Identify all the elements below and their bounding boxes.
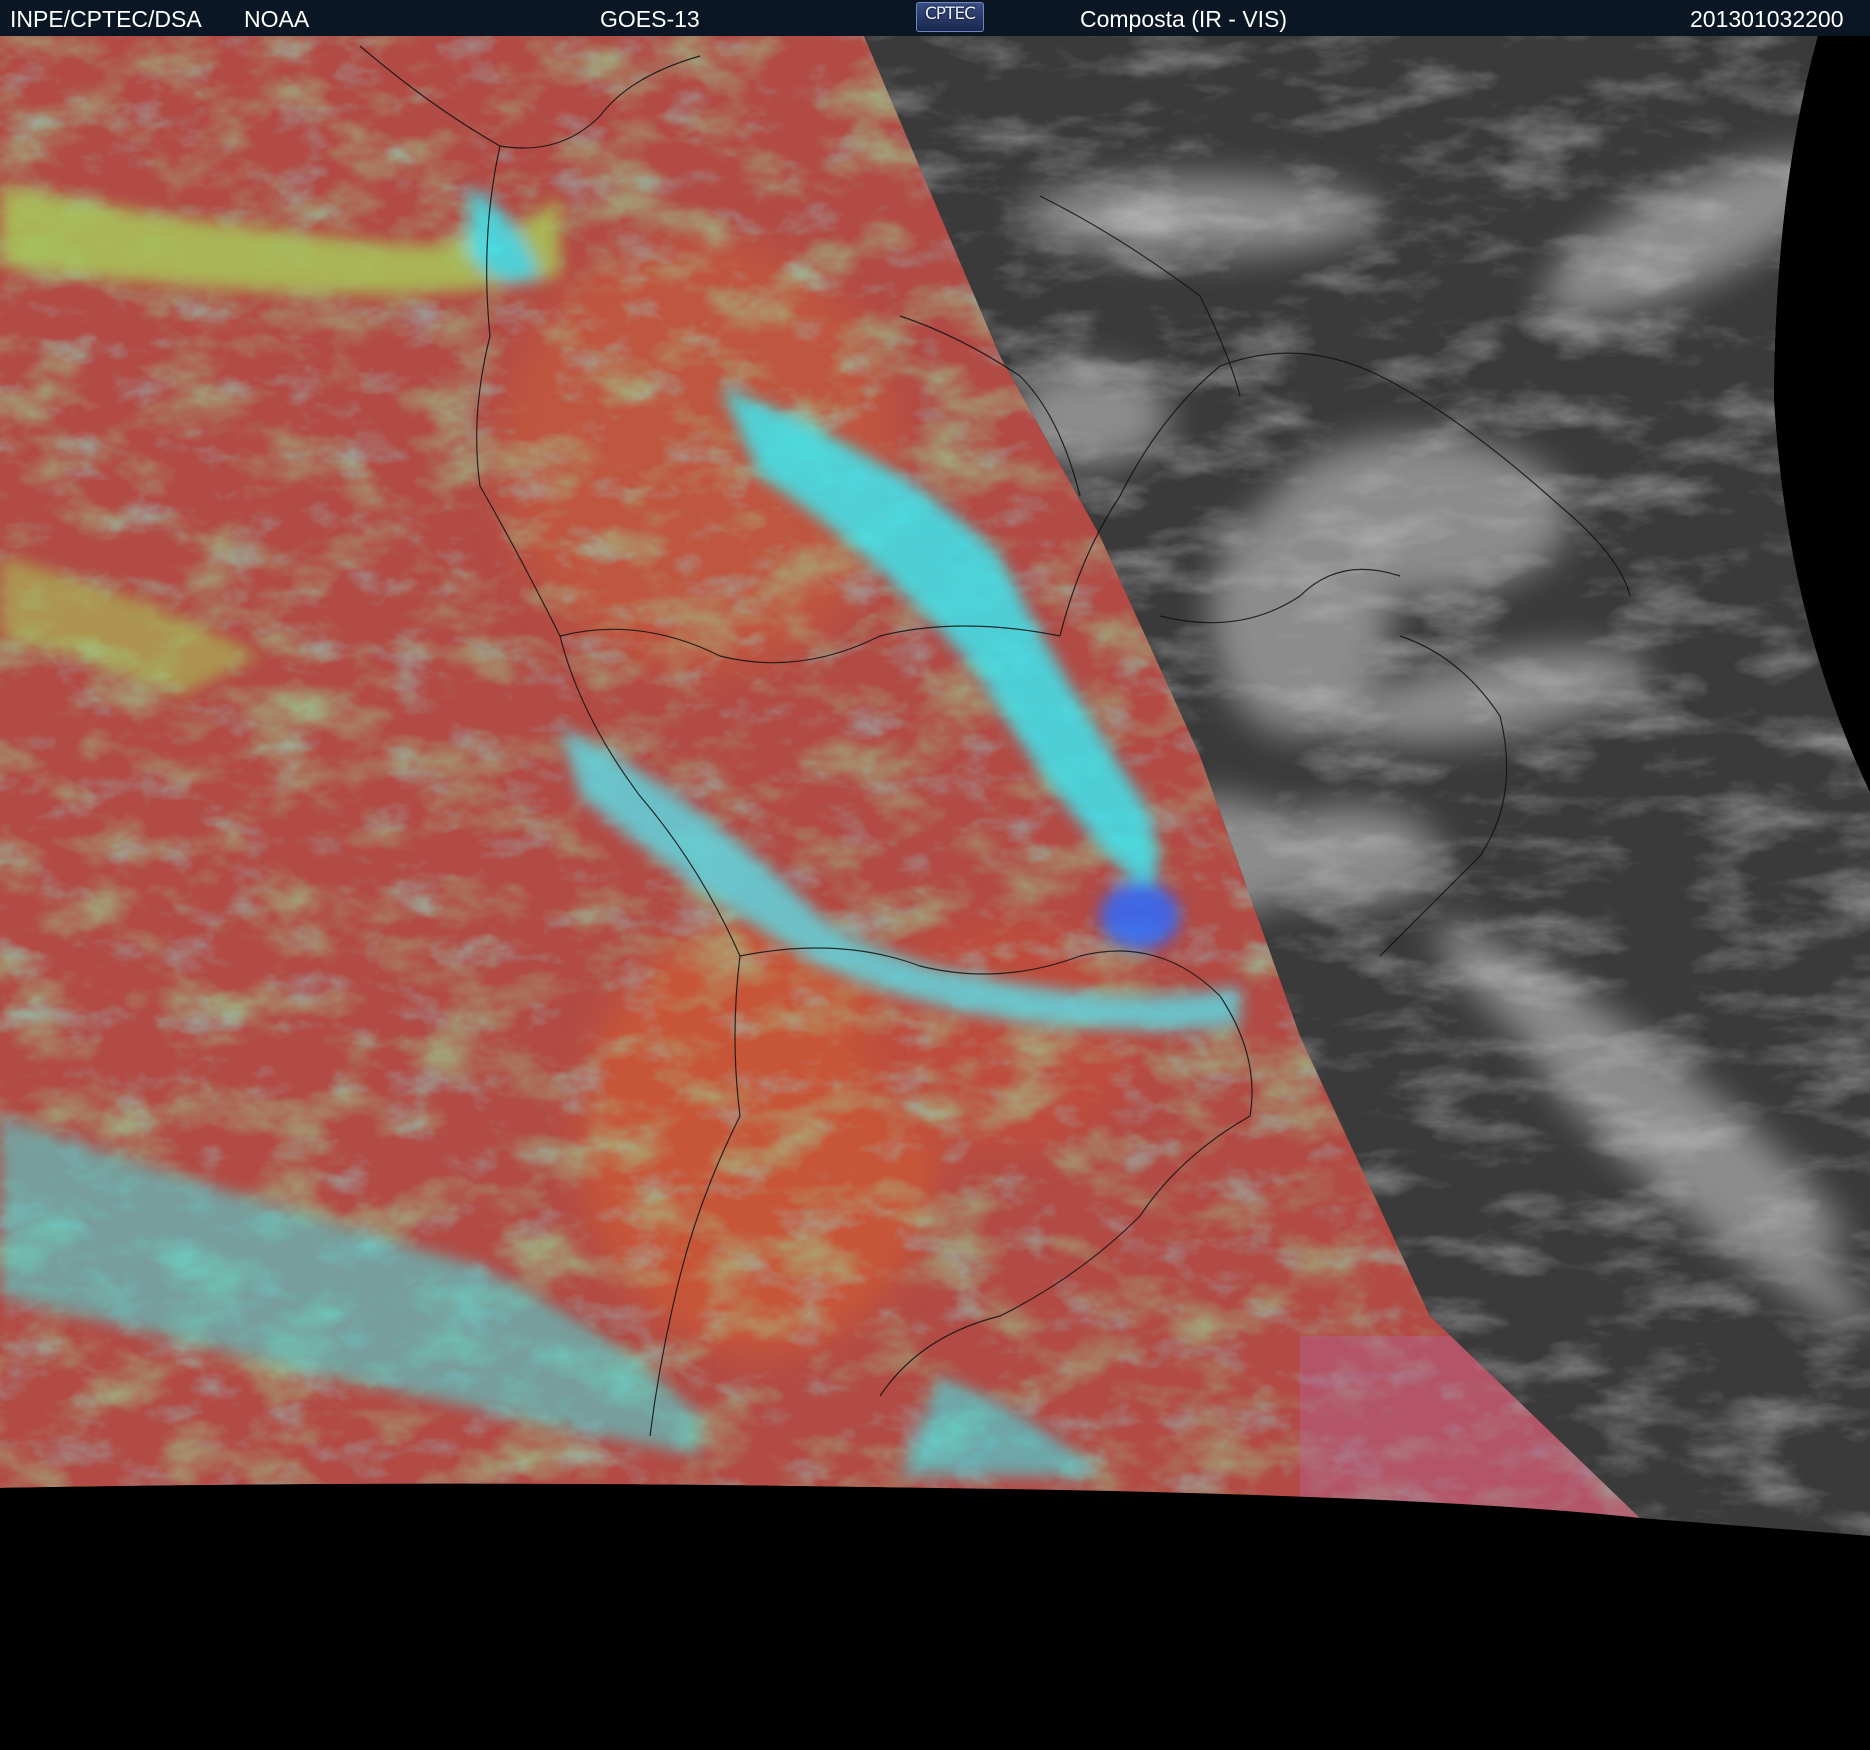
cptec-logo: CPTEC — [916, 2, 984, 32]
satellite-image — [0, 36, 1870, 1750]
satellite-label: GOES-13 — [600, 6, 700, 32]
product-label: Composta (IR - VIS) — [1080, 6, 1288, 32]
space-bottom — [0, 1483, 1870, 1750]
logo-text: CPTEC — [924, 4, 976, 24]
header-bar: INPE/CPTEC/DSA NOAA GOES-13 CPTEC Compos… — [0, 0, 1870, 36]
agency-label: NOAA — [244, 6, 310, 32]
institution-label: INPE/CPTEC/DSA — [10, 6, 202, 32]
timestamp-label: 201301032200 — [1690, 6, 1844, 32]
